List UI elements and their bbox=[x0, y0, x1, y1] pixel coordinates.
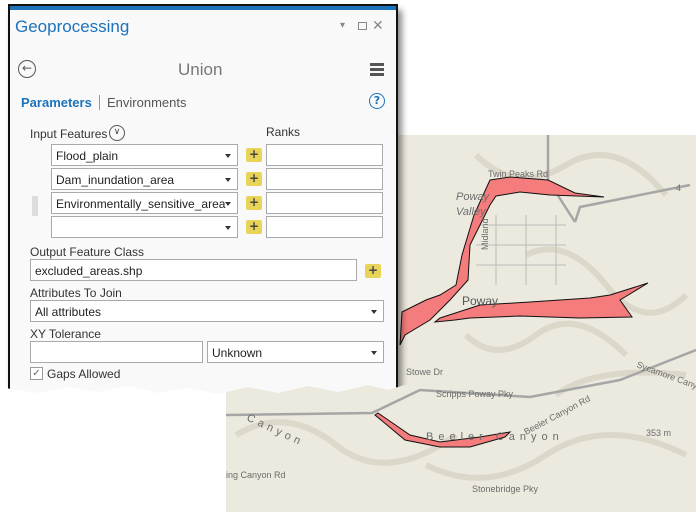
back-icon[interactable]: ← bbox=[18, 60, 36, 78]
rank-input[interactable] bbox=[266, 168, 383, 190]
pane-title: Geoprocessing bbox=[15, 17, 130, 36]
map-label: Twin Peaks Rd bbox=[488, 169, 548, 179]
tool-title: Union bbox=[178, 60, 223, 79]
input-feature-select[interactable] bbox=[51, 216, 238, 238]
rank-input[interactable] bbox=[266, 216, 383, 238]
close-icon[interactable]: ✕ bbox=[372, 17, 384, 34]
map-label: Scripps Poway Pky bbox=[436, 389, 514, 399]
input-feature-select[interactable]: Flood_plain bbox=[51, 144, 238, 166]
browse-folder-icon[interactable]: + bbox=[246, 148, 262, 162]
browse-folder-icon[interactable]: + bbox=[246, 220, 262, 234]
map-label: Beeler Canyon bbox=[426, 431, 564, 443]
map-label: 353 m bbox=[646, 428, 671, 438]
map-label: Poway bbox=[456, 191, 491, 203]
expand-chevron-icon[interactable]: ∨ bbox=[109, 125, 125, 141]
browse-folder-icon[interactable]: + bbox=[365, 264, 381, 278]
map-label: Canyon bbox=[245, 412, 306, 449]
input-feature-select[interactable]: Dam_inundation_area bbox=[51, 168, 238, 190]
attributes-to-join-label: Attributes To Join bbox=[30, 286, 122, 300]
help-icon[interactable]: ? bbox=[369, 93, 385, 109]
xy-tolerance-input[interactable] bbox=[30, 341, 203, 363]
map-label: Stowe Dr bbox=[406, 367, 443, 377]
accent-bar bbox=[10, 6, 396, 10]
ranks-label: Ranks bbox=[266, 125, 301, 139]
tab-divider bbox=[99, 95, 100, 110]
map-label: Midland bbox=[480, 218, 490, 250]
browse-folder-icon[interactable]: + bbox=[246, 172, 262, 186]
hamburger-menu-icon[interactable] bbox=[370, 63, 384, 76]
gaps-allowed-label: Gaps Allowed bbox=[47, 367, 121, 381]
union-result-polygons bbox=[374, 176, 649, 448]
output-feature-class-label: Output Feature Class bbox=[30, 245, 145, 259]
input-feature-select[interactable]: Environmentally_sensitive_area bbox=[51, 192, 238, 214]
xy-tolerance-unit-select[interactable]: Unknown bbox=[207, 341, 384, 363]
row-drag-handle[interactable] bbox=[32, 196, 38, 216]
pane-menu-icon[interactable]: ▾ bbox=[340, 20, 345, 31]
input-features-label: Input Features bbox=[30, 127, 108, 141]
map-label: Poway bbox=[462, 294, 498, 308]
xy-tolerance-label: XY Tolerance bbox=[30, 327, 101, 341]
attributes-to-join-select[interactable]: All attributes bbox=[30, 300, 384, 322]
map-label: Valley bbox=[456, 206, 487, 218]
map-label: Stonebridge Pky bbox=[472, 484, 539, 494]
map-label: 4 bbox=[676, 183, 681, 193]
rank-input[interactable] bbox=[266, 144, 383, 166]
gaps-allowed-checkbox[interactable]: ✓ bbox=[30, 367, 43, 380]
maximize-icon[interactable] bbox=[358, 22, 367, 30]
output-feature-class-input[interactable]: excluded_areas.shp bbox=[30, 259, 357, 281]
tab-environments[interactable]: Environments bbox=[107, 95, 186, 110]
geoprocessing-pane: Geoprocessing ▾ ✕ ← Union Parameters Env… bbox=[8, 4, 398, 394]
map-label: Sycamore Canyon bbox=[635, 359, 696, 394]
browse-folder-icon[interactable]: + bbox=[246, 196, 262, 210]
map-label: ing Canyon Rd bbox=[226, 470, 286, 480]
tab-parameters[interactable]: Parameters bbox=[21, 95, 92, 110]
rank-input[interactable] bbox=[266, 192, 383, 214]
